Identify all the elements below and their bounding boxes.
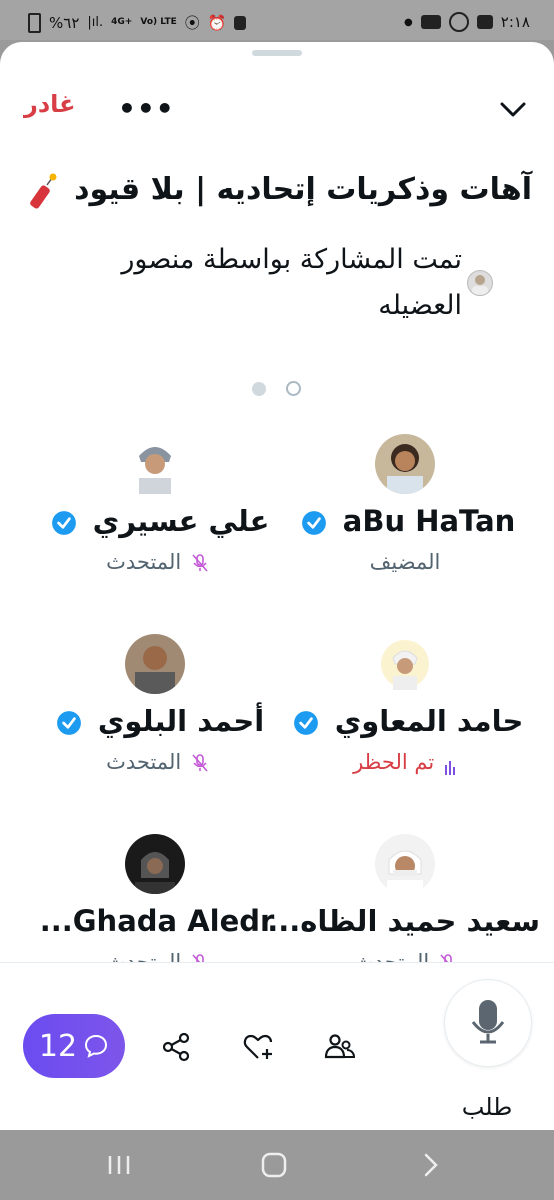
avatar[interactable] (375, 834, 435, 894)
space-title: آهات وذكريات إتحاديه | بلا قيود (12, 172, 532, 209)
request-label: طلب (461, 1093, 513, 1121)
home-icon[interactable] (259, 1152, 289, 1178)
speaker-name: علي عسيري (22, 504, 292, 538)
more-button[interactable]: ••• (118, 92, 175, 125)
mic-muted-icon (192, 554, 208, 572)
status-bar: %٦٢ |ıl. 4G+ Vo) LTE ⦿ ⏰ ● ٢:١٨ (0, 0, 554, 40)
bottom-action-bar: 12 طلب (0, 962, 554, 1130)
speaker-role: المتحدث (22, 550, 292, 574)
system-navigation-bar (0, 1130, 554, 1200)
speaker-name-text: سعيد حميد الظاه... (267, 904, 540, 938)
whatsapp-icon (448, 12, 469, 32)
speaker-name-text: أحمد البلوي (97, 704, 265, 738)
avatar[interactable] (125, 834, 185, 894)
speaker-role-text: المتحدث (106, 550, 182, 574)
verified-badge-icon (51, 511, 76, 535)
speaker-name: aBu HaTan (270, 504, 540, 538)
volte-label: Vo) LTE (140, 17, 177, 27)
speaker-role-text: تم الحظر (353, 750, 435, 774)
mic-muted-icon (192, 754, 208, 772)
speaker-role: المضيف (369, 550, 441, 574)
speaker-card[interactable]: aBu HaTan المضيف (270, 434, 540, 604)
sharer-avatar[interactable] (467, 270, 493, 296)
avatar[interactable] (375, 434, 435, 494)
battery-percent: %٦٢ (49, 13, 80, 32)
avatar[interactable] (375, 634, 435, 694)
speaker-card[interactable]: حامد المعاوي تم الحظر (270, 634, 540, 804)
dynamite-emoji-icon (29, 173, 57, 209)
page-indicator-active[interactable] (252, 382, 266, 396)
verified-badge-icon (301, 511, 326, 535)
signal-icon: |ıl. (87, 15, 104, 30)
speaker-role: المتحدث (22, 750, 292, 774)
chat-bubble-icon (85, 1034, 108, 1058)
avatar[interactable] (125, 434, 185, 494)
recent-apps-icon[interactable] (104, 1152, 134, 1178)
speaker-name-text: aBu HaTan (342, 504, 516, 538)
speaker-role: تم الحظر (270, 750, 540, 775)
speaker-role-text: المتحدث (106, 750, 182, 774)
heart-add-icon[interactable] (238, 1027, 278, 1067)
back-icon[interactable] (416, 1152, 446, 1178)
chevron-down-icon[interactable] (498, 94, 528, 124)
space-title-text: آهات وذكريات إتحاديه | بلا قيود (74, 172, 532, 207)
speaker-name: أحمد البلوي (22, 704, 292, 738)
speaker-name-text: حامد المعاوي (334, 704, 524, 738)
verified-badge-icon (293, 711, 318, 735)
speaker-name-text: علي عسيري (92, 504, 270, 538)
people-icon[interactable] (320, 1027, 360, 1067)
verified-badge-icon (56, 711, 81, 735)
notification-dot-icon: ● (404, 16, 413, 28)
hotspot-icon: ⦿ (184, 14, 200, 32)
speaker-name: سعيد حميد الظاه... (267, 904, 540, 938)
network-type: 4G+ (111, 17, 133, 27)
leave-button[interactable]: غادر (24, 90, 76, 118)
speaker-card[interactable]: أحمد البلوي المتحدث (22, 634, 292, 804)
avatar[interactable] (125, 634, 185, 694)
request-mic-button[interactable] (444, 979, 532, 1067)
youtube-icon (420, 15, 441, 29)
alarm-icon: ⏰ (207, 13, 227, 32)
chat-count: 12 (38, 1028, 78, 1064)
share-icon[interactable] (156, 1027, 196, 1067)
shared-by-text: تمت المشاركة بواسطة منصور العضيله (121, 244, 462, 321)
page-indicator[interactable] (286, 381, 301, 396)
speaking-bars-icon (444, 751, 457, 775)
sheet-drag-handle[interactable] (252, 50, 302, 56)
chat-button[interactable]: 12 (23, 1014, 125, 1078)
sim-icon (234, 15, 247, 30)
speaker-name: حامد المعاوي (270, 704, 540, 738)
speaker-card[interactable]: علي عسيري المتحدث (22, 434, 292, 604)
space-sheet: ••• غادر آهات وذكريات إتحاديه | بلا قيود… (0, 42, 554, 1130)
gallery-icon (476, 15, 493, 29)
clock-time: ٢:١٨ (500, 13, 530, 31)
microphone-icon (471, 1000, 505, 1044)
speaker-name: Ghada Aledr... (22, 904, 292, 938)
speaker-name-text: Ghada Aledr... (39, 904, 275, 938)
battery-icon (28, 12, 41, 33)
